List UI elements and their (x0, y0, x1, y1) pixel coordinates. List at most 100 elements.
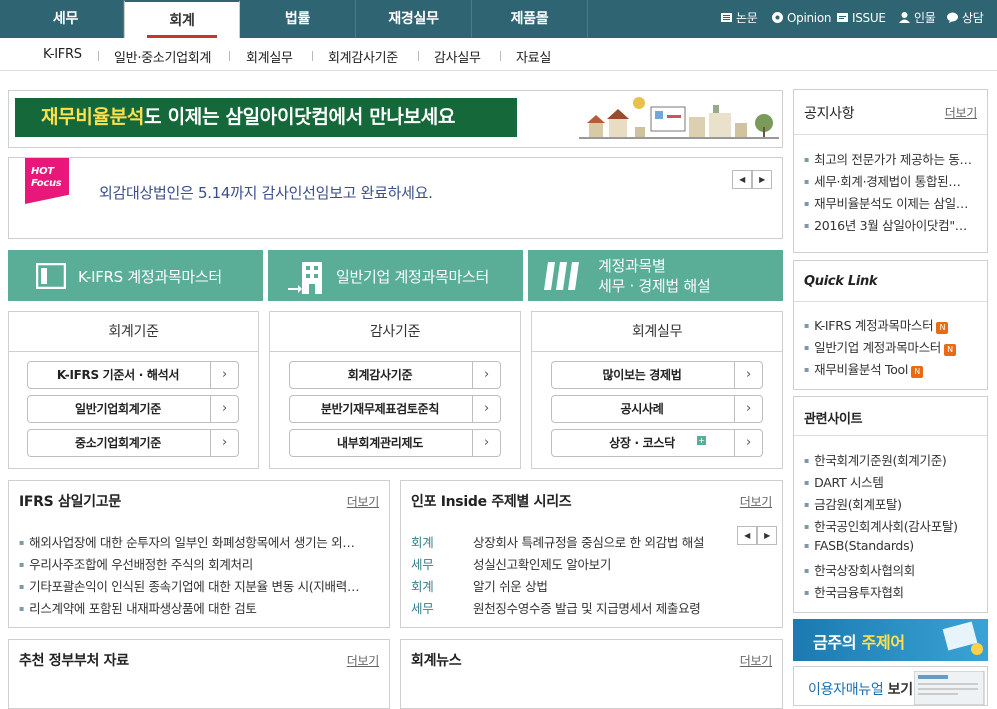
more-link[interactable]: 더보기 (347, 652, 380, 669)
util-consult-label: 상담 (962, 11, 984, 25)
panel-accounting-standards: 회계기준 K-IFRS 기준서 · 해석서 › 일반기업회계기준 › 중소기업회계기… (8, 311, 259, 469)
related-site-link[interactable]: FASB(Standards) (804, 538, 984, 553)
more-link[interactable]: 더보기 (347, 493, 380, 510)
more-link[interactable]: 더보기 (740, 652, 773, 669)
section-title: IFRS 삼일기고문 (19, 494, 121, 510)
subnav-divider (229, 51, 230, 61)
hot-prev-button[interactable]: ◀ (732, 170, 752, 189)
tax-law-button-line2: 세무 · 경제법 해설 (598, 277, 711, 295)
divider (794, 301, 987, 302)
util-opinion[interactable]: Opinion (771, 0, 831, 38)
disclosure-cases-link[interactable]: 공시사례 › (551, 395, 763, 423)
series-next-button[interactable]: ▶ (757, 526, 777, 545)
kifrs-account-master-button[interactable]: K-IFRS 계정과목마스터 (8, 250, 263, 301)
general-standards-link[interactable]: 일반기업회계기준 › (27, 395, 239, 423)
new-badge: N (944, 344, 956, 356)
related-site-link[interactable]: 한국상장회사협의회 (804, 560, 984, 579)
pill-label: 분반기재무제표검토준칙 (320, 402, 440, 416)
notice-item[interactable]: 재무비율분석도 이제는 삼일… (804, 193, 982, 212)
subnav-practice[interactable]: 회계실무 (246, 47, 293, 66)
list-item[interactable]: 기타포괄손익이 인식된 종속기업에 대한 지분율 변동 시(지배력… (19, 576, 379, 595)
list-item[interactable]: 우리사주조합에 우선배정한 주식의 회계처리 (19, 554, 379, 573)
subnav-kifrs[interactable]: K-IFRS (43, 47, 82, 62)
internal-control-link[interactable]: 내부회계관리제도 › (289, 429, 501, 457)
building-icon (288, 262, 322, 294)
related-site-link[interactable]: DART 시스템 (804, 472, 984, 491)
util-papers-label: 논문 (736, 11, 758, 25)
series-item[interactable]: 원천징수영수증 발급 및 지급명세서 제출요령 (473, 598, 701, 617)
util-consult[interactable]: 상담 (946, 0, 984, 38)
subnav-audit-practice[interactable]: 감사실무 (434, 47, 481, 66)
pill-label: 내부회계관리제도 (337, 436, 423, 450)
related-site-link[interactable]: 한국금융투자협회 (804, 582, 984, 601)
weekly-keyword-banner[interactable]: 금주의 주제어 (793, 619, 988, 661)
book-icon (721, 13, 732, 22)
util-people[interactable]: 인물 (898, 0, 936, 38)
tab-accounting[interactable]: 회계 (124, 0, 240, 38)
audit-standards-link[interactable]: 회계감사기준 › (289, 361, 501, 389)
section-title: Quick Link (804, 274, 878, 289)
promo1-part1: 금주의 (813, 633, 857, 652)
notice-item[interactable]: 2016년 3월 삼일아이닷컴"… (804, 215, 982, 234)
related-site-link[interactable]: 금감원(회계포탈) (804, 494, 984, 513)
listing-kosdaq-link[interactable]: 상장 · 코스닥 › + (551, 429, 763, 457)
pill-label: 일반기업회계기준 (75, 402, 161, 416)
series-prev-button[interactable]: ◀ (737, 526, 757, 545)
pill-label: K-IFRS 기준서 · 해석서 (56, 368, 180, 382)
economic-law-link[interactable]: 많이보는 경제법 › (551, 361, 763, 389)
section-title: 관련사이트 (804, 412, 863, 427)
inside-series-section: 인포 Inside 주제별 시리즈 더보기 ◀ ▶ 회계 상장회사 특례규정을 … (400, 480, 783, 628)
related-site-link[interactable]: 한국회계기준원(회계기준) (804, 450, 984, 469)
list-item[interactable]: 해외사업장에 대한 순투자의 일부인 화폐성항목에서 생기는 외… (19, 532, 379, 551)
more-link[interactable]: 더보기 (740, 493, 773, 510)
subnav-archive[interactable]: 자료실 (516, 47, 551, 66)
series-item[interactable]: 상장회사 특례규정을 중심으로 한 외감법 해설 (473, 532, 704, 551)
util-papers[interactable]: 논문 (720, 0, 758, 38)
chevron-right-icon: › (734, 362, 762, 388)
account-tax-law-button[interactable]: 계정과목별 세무 · 경제법 해설 (528, 250, 783, 301)
subnav-audit-standards[interactable]: 회계감사기준 (328, 47, 398, 66)
general-account-master-button[interactable]: 일반기업 계정과목마스터 (268, 250, 523, 301)
hot-focus-link[interactable]: 외감대상법인은 5.14까지 감사인선임보고 완료하세요. (99, 182, 433, 203)
notice-item[interactable]: 세무·회계·경제법이 통합된… (804, 171, 982, 190)
person-icon (899, 12, 910, 23)
subnav-general-sme[interactable]: 일반·중소기업회계 (114, 47, 211, 66)
tab-tax[interactable]: 세무 (8, 0, 124, 38)
general-button-label: 일반기업 계정과목마스터 (336, 268, 489, 286)
list-item[interactable]: 리스계약에 포함된 내재파생상품에 대한 검토 (19, 598, 379, 617)
user-manual-banner[interactable]: 이용자매뉴얼 보기 (793, 666, 988, 706)
sub-navigation: K-IFRS 일반·중소기업회계 회계실무 회계감사기준 감사실무 자료실 (0, 38, 997, 71)
util-issue-label: ISSUE (852, 11, 886, 25)
notice-item[interactable]: 최고의 전문가가 제공하는 동… (804, 149, 982, 168)
series-item[interactable]: 성실신고확인제도 알아보기 (473, 554, 611, 573)
tab-finance-practice[interactable]: 재경실무 (356, 0, 472, 38)
stripes-icon (544, 262, 579, 290)
sme-standards-link[interactable]: 중소기업회계기준 › (27, 429, 239, 457)
util-issue[interactable]: ISSUE (836, 0, 886, 38)
more-link[interactable]: 더보기 (945, 104, 978, 121)
top-navigation: 세무 회계 법률 재경실무 제품몰 논문 Opinion ISSUE 인물 상담 (0, 0, 997, 38)
kifrs-standards-link[interactable]: K-IFRS 기준서 · 해석서 › (27, 361, 239, 389)
plus-icon: + (697, 436, 706, 445)
ratio-analysis-banner[interactable]: 재무비율분석도 이제는 삼일아이닷컴에서 만나보세요 (8, 90, 783, 148)
related-sites-section: 관련사이트 한국회계기준원(회계기준) DART 시스템 금감원(회계포탈) 한… (793, 396, 988, 613)
review-standards-link[interactable]: 분반기재무제표검토준칙 › (289, 395, 501, 423)
chevron-right-icon: › (472, 362, 500, 388)
tab-product-mall[interactable]: 제품몰 (472, 0, 588, 38)
banner-highlight: 재무비율분석 (41, 106, 145, 128)
series-category: 세무 (411, 601, 434, 616)
panel-title: 회계기준 (9, 312, 258, 352)
related-site-link[interactable]: 한국공인회계사회(감사포탈) (804, 516, 984, 535)
quick-link-item[interactable]: 재무비율분석 ToolN (804, 359, 984, 378)
section-title: 인포 Inside 주제별 시리즈 (411, 494, 572, 510)
chevron-right-icon: › (210, 430, 238, 456)
quick-link-item[interactable]: 일반기업 계정과목마스터N (804, 337, 984, 356)
hot-next-button[interactable]: ▶ (752, 170, 772, 189)
series-category: 회계 (411, 535, 434, 550)
hot-focus-box: HOT Focus 외감대상법인은 5.14까지 감사인선임보고 완료하세요. … (8, 157, 783, 239)
opinion-icon (772, 12, 783, 23)
quick-link-section: Quick Link K-IFRS 계정과목마스터N 일반기업 계정과목마스터N… (793, 260, 988, 390)
quick-link-item[interactable]: K-IFRS 계정과목마스터N (804, 315, 984, 334)
tab-law[interactable]: 법률 (240, 0, 356, 38)
series-item[interactable]: 알기 쉬운 상법 (473, 576, 548, 595)
